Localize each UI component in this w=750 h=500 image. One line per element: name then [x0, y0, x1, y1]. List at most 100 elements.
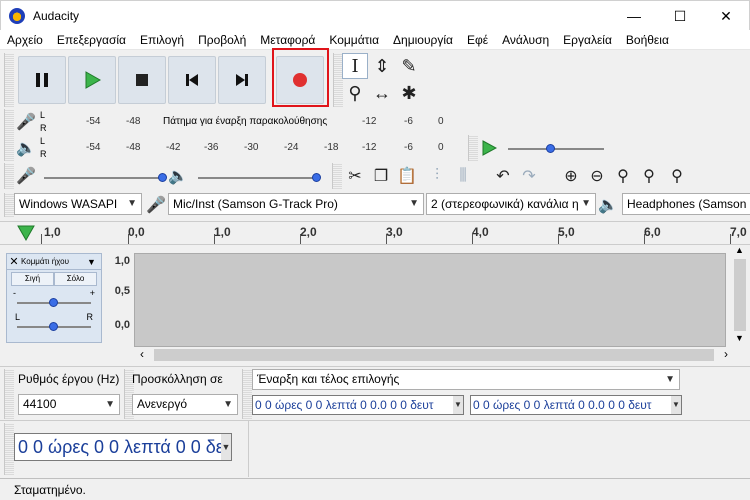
waveform-area[interactable]: [134, 253, 726, 347]
track-name-menu[interactable]: Κομμάτι ήχου: [21, 257, 87, 266]
mute-button[interactable]: Σιγή: [11, 272, 54, 286]
ruler-label: 1,0: [214, 225, 231, 239]
menu-generate[interactable]: Δημιουργία: [386, 30, 460, 50]
timeline-ruler[interactable]: 1,0 0,0 1,0 2,0 3,0 4,0 5,0 6,0 7,0: [0, 221, 750, 245]
skip-to-start-button[interactable]: [168, 56, 216, 104]
audio-host-select[interactable]: Windows WASAPI ▼: [14, 193, 142, 215]
recording-device-select[interactable]: Mic/Inst (Samson G-Track Pro) ▼: [168, 193, 424, 215]
scroll-right-icon[interactable]: ›: [724, 347, 728, 361]
pan-slider-thumb[interactable]: [49, 322, 58, 331]
play-at-speed-button[interactable]: [476, 135, 502, 161]
menu-view[interactable]: Προβολή: [191, 30, 253, 50]
gain-slider-thumb[interactable]: [49, 298, 58, 307]
playback-speed-thumb[interactable]: [546, 144, 555, 153]
mixer-toolbar-grip[interactable]: [4, 163, 14, 189]
meter-tick: -42: [166, 142, 181, 153]
cut-button[interactable]: ✂: [342, 163, 368, 189]
ruler-tick: [300, 234, 301, 244]
microphone-icon[interactable]: 🎤: [16, 112, 36, 132]
selection-toolbar-grip[interactable]: [4, 369, 14, 419]
menu-tools[interactable]: Εργαλεία: [556, 30, 619, 50]
playback-volume-slider[interactable]: [198, 177, 318, 179]
start-monitoring-hint[interactable]: Πάτημα για έναρξη παρακολούθησης: [162, 116, 329, 127]
horizontal-scrollbar[interactable]: ‹ ›: [134, 347, 734, 363]
selection-mode-select[interactable]: Έναρξη και τέλος επιλογής ▼: [252, 369, 680, 390]
ruler-label: 6,0: [644, 225, 661, 239]
silence-button[interactable]: ⫼: [450, 163, 476, 189]
pause-button[interactable]: [18, 56, 66, 104]
selection-mode-grip[interactable]: [242, 369, 252, 419]
menu-effect[interactable]: Εφέ: [460, 30, 495, 50]
close-track-button[interactable]: ✕: [7, 255, 21, 268]
multi-tool-button[interactable]: ✱: [396, 80, 422, 106]
zoom-out-button[interactable]: ⊖: [584, 163, 610, 189]
scroll-down-icon[interactable]: ▼: [735, 333, 744, 343]
audio-position-time[interactable]: 0 0 ώρες 0 0 λεπτά 0 0 δευτ ▼: [14, 433, 232, 461]
playback-meter-toolbar: 🔈 L R -54 -48 -42 -36 -30 -24 -18 -12 -6…: [0, 134, 460, 162]
menu-file[interactable]: Αρχείο: [0, 30, 50, 50]
time-shift-tool-button[interactable]: ↔: [369, 80, 395, 106]
menu-analyze[interactable]: Ανάλυση: [495, 30, 556, 50]
horizontal-scroll-thumb[interactable]: [154, 349, 714, 361]
magnifier-icon: ⚲: [348, 82, 362, 103]
track-vertical-scale[interactable]: 1,0 0,5 0,0: [104, 253, 132, 343]
recording-channels-select[interactable]: 2 (στερεοφωνικά) κανάλια η ▼: [426, 193, 596, 215]
close-window-button[interactable]: ✕: [703, 1, 749, 31]
stop-button[interactable]: [118, 56, 166, 104]
zoom-in-button[interactable]: ⊕: [558, 163, 584, 189]
speaker-icon[interactable]: 🔈: [16, 138, 36, 158]
playback-speed-slider[interactable]: [508, 148, 604, 150]
skip-end-icon: [236, 74, 248, 86]
solo-button[interactable]: Σόλο: [54, 272, 97, 286]
paste-button[interactable]: 📋: [394, 163, 420, 189]
undo-icon: ↶: [496, 168, 510, 185]
record-volume-thumb[interactable]: [158, 173, 167, 182]
playback-volume-thumb[interactable]: [312, 173, 321, 182]
undo-button[interactable]: ↶: [490, 163, 516, 189]
zoom-toggle-button[interactable]: ⚲: [664, 163, 690, 189]
menu-select[interactable]: Επιλογή: [133, 30, 191, 50]
device-toolbar-grip[interactable]: [4, 193, 14, 217]
playback-device-select[interactable]: Headphones (Samson G: [622, 193, 750, 215]
record-meter-grip[interactable]: [4, 109, 14, 135]
record-volume-slider[interactable]: [44, 177, 164, 179]
selection-start-time[interactable]: 0 0 ώρες 0 0 λεπτά 0 0.0 0 0 δευτ ▼: [252, 395, 464, 415]
selection-tool-button[interactable]: I: [342, 53, 368, 79]
time-toolbar-grip[interactable]: [4, 423, 14, 475]
vertical-scrollbar[interactable]: ▲ ▼: [730, 245, 750, 347]
transport-toolbar-grip[interactable]: [4, 53, 14, 107]
menu-edit[interactable]: Επεξεργασία: [50, 30, 133, 50]
selection-mode-value: Έναρξη και τέλος επιλογής: [257, 372, 400, 386]
edit-toolbar-grip[interactable]: [332, 163, 342, 189]
maximize-button[interactable]: ☐: [657, 1, 703, 31]
project-rate-select[interactable]: 44100 ▼: [18, 394, 120, 415]
fit-project-button[interactable]: ⚲: [636, 163, 662, 189]
draw-tool-button[interactable]: ✎: [396, 53, 422, 79]
copy-button[interactable]: ❐: [368, 163, 394, 189]
skip-to-end-button[interactable]: [218, 56, 266, 104]
minimize-button[interactable]: —: [611, 1, 657, 31]
chevron-down-icon[interactable]: ▼: [87, 257, 101, 267]
pan-left-label: L: [15, 312, 21, 322]
snap-to-select[interactable]: Ανενεργό ▼: [132, 394, 238, 415]
trim-button[interactable]: ⫶: [424, 163, 450, 189]
scroll-up-icon[interactable]: ▲: [735, 245, 744, 255]
selection-end-time[interactable]: 0 0 ώρες 0 0 λεπτά 0 0.0 0 0 δευτ ▼: [470, 395, 682, 415]
play-button[interactable]: [68, 56, 116, 104]
menu-transport[interactable]: Μεταφορά: [253, 30, 322, 50]
playback-meter[interactable]: -54 -48 -42 -36 -30 -24 -18 -12 -6 0: [52, 134, 452, 162]
double-arrow-icon: ↔: [373, 82, 391, 103]
menu-help[interactable]: Βοήθεια: [619, 30, 676, 50]
zoom-tool-button[interactable]: ⚲: [342, 80, 368, 106]
scroll-left-icon[interactable]: ‹: [140, 347, 144, 361]
gain-minus-label: -: [13, 288, 16, 298]
envelope-tool-button[interactable]: ⇕: [369, 53, 395, 79]
pin-playhead-icon[interactable]: [16, 224, 36, 242]
fit-selection-button[interactable]: ⚲: [610, 163, 636, 189]
playback-meter-grip[interactable]: [4, 135, 14, 161]
vertical-scroll-thumb[interactable]: [734, 259, 746, 331]
redo-button[interactable]: ↷: [516, 163, 542, 189]
chevron-down-icon: ▼: [671, 396, 681, 414]
menu-tracks[interactable]: Κομμάτια: [322, 30, 386, 50]
meter-tick: -6: [404, 142, 413, 153]
